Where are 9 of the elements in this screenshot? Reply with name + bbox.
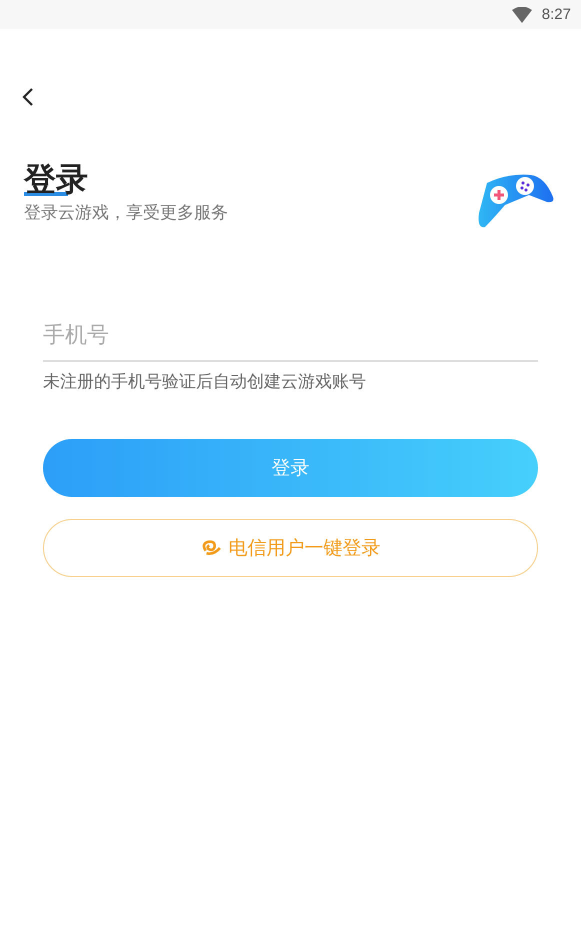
telecom-logo-icon (200, 540, 220, 556)
telecom-login-button[interactable]: 电信用户一键登录 (43, 519, 538, 577)
wifi-icon (512, 6, 532, 22)
back-icon[interactable] (22, 87, 34, 107)
page-subtitle: 登录云游戏，享受更多服务 (24, 202, 228, 224)
login-button[interactable]: 登录 (43, 439, 538, 497)
phone-input[interactable]: 手机号 (43, 317, 538, 362)
hint-text: 未注册的手机号验证后自动创建云游戏账号 (43, 371, 367, 393)
status-time: 8:27 (542, 6, 571, 23)
